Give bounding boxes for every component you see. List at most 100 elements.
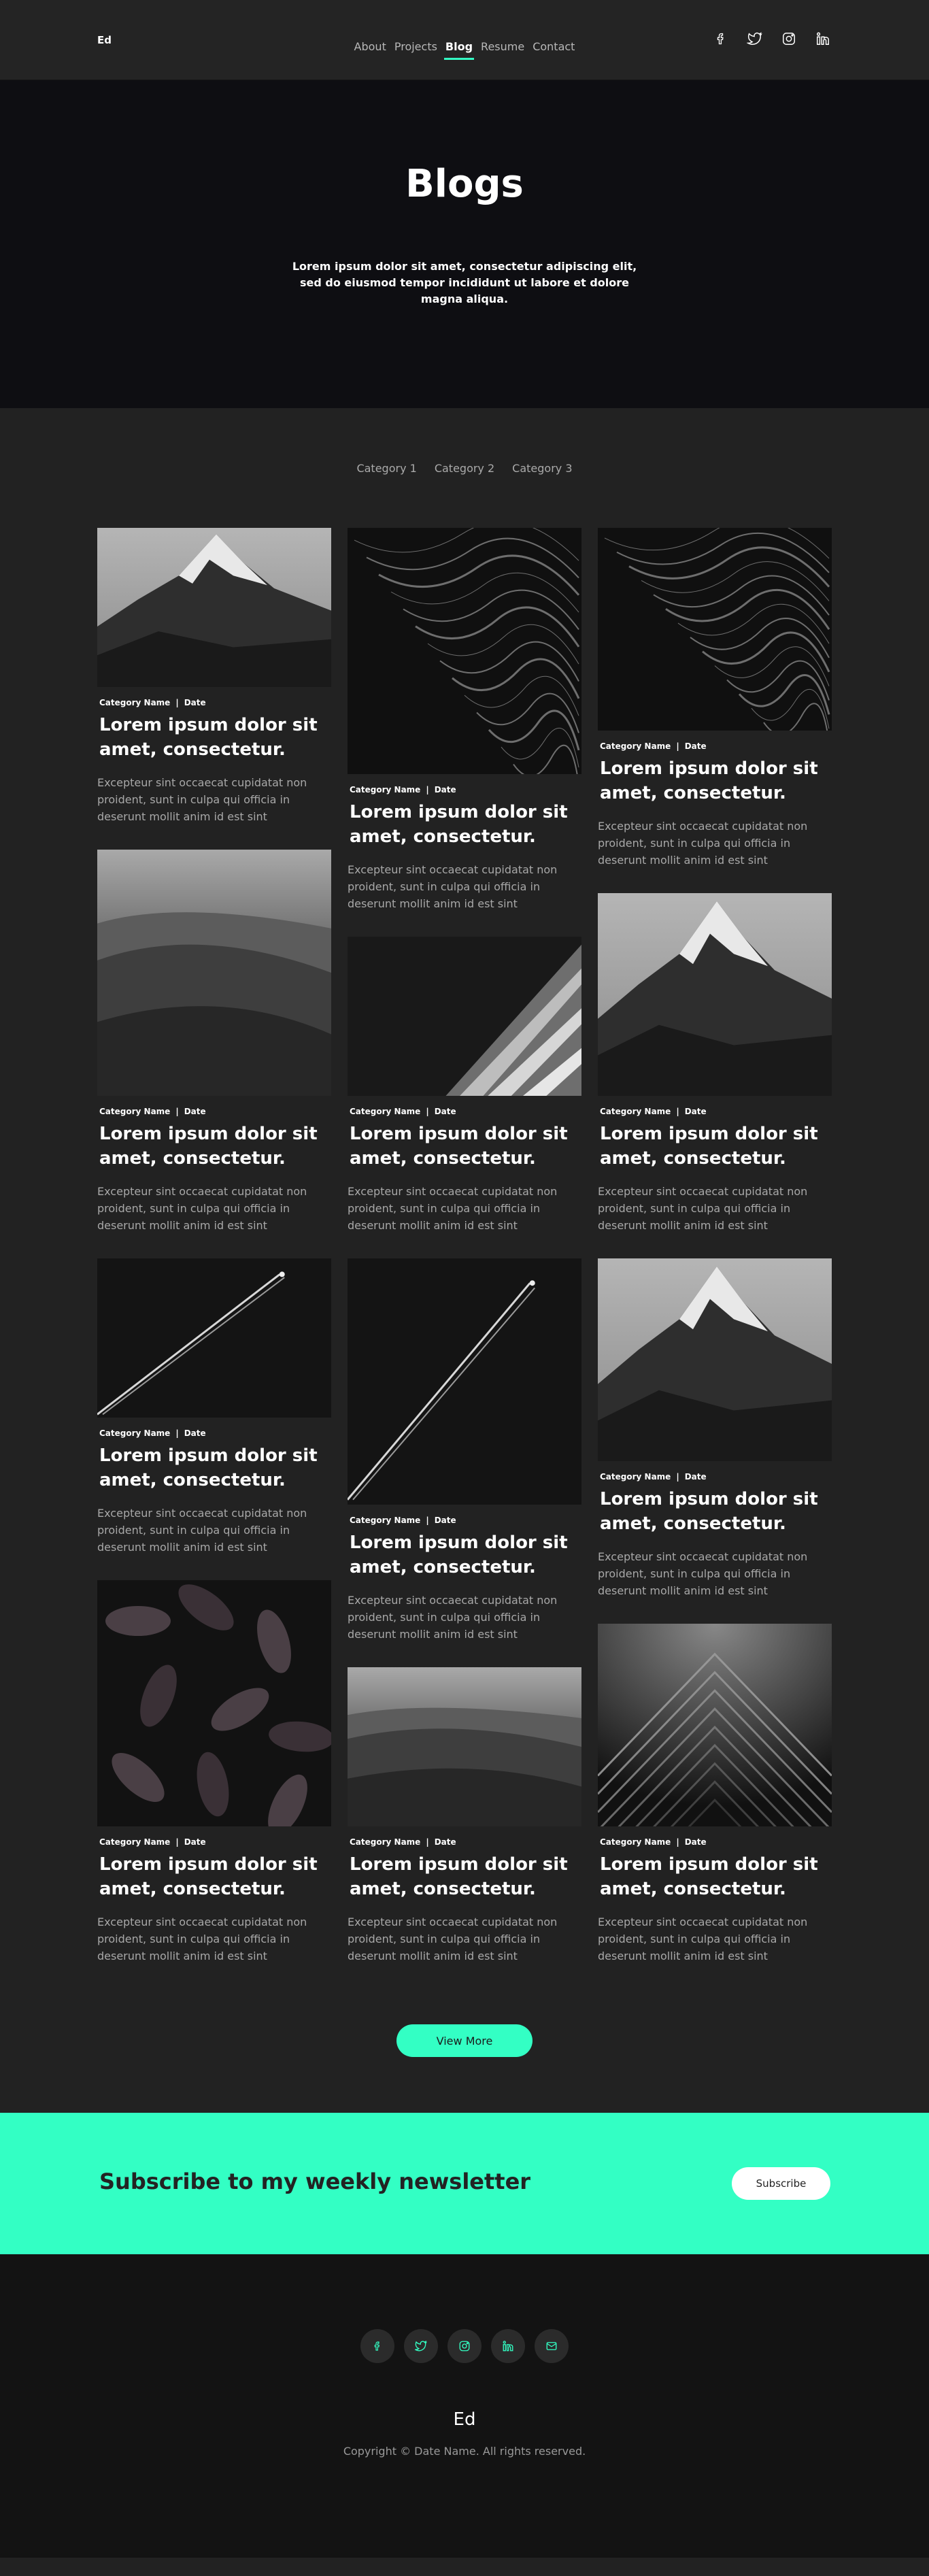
footer-logo[interactable]: Ed (0, 2409, 929, 2430)
blog-card-meta: Category Name | Date (598, 741, 832, 751)
blog-card-image[interactable] (97, 528, 331, 687)
blog-card-meta: Category Name | Date (598, 1472, 832, 1482)
blog-card[interactable]: Category Name | Date Lorem ipsum dolor sit… (598, 528, 832, 869)
blog-card-image[interactable] (598, 1258, 832, 1461)
blog-card-image[interactable] (598, 1624, 832, 1826)
blog-card-meta: Category Name | Date (97, 698, 331, 707)
blog-card-excerpt: Excepteur sint occaecat cupidatat non pr… (598, 1185, 808, 1232)
blog-card-title[interactable]: Lorem ipsum dolor sit amet, consectetur. (97, 713, 322, 762)
blog-card-title[interactable]: Lorem ipsum dolor sit amet, consectetur. (598, 756, 822, 805)
blog-card-category[interactable]: Category Name (350, 785, 420, 794)
blog-grid: Category Name | Date Lorem ipsum dolor sit… (97, 528, 832, 2024)
twitter-icon[interactable] (404, 2329, 438, 2363)
subscribe-button[interactable]: Subscribe (732, 2167, 830, 2200)
blog-card-image[interactable] (348, 528, 581, 774)
view-more-button[interactable]: View More (396, 2024, 533, 2057)
blog-card[interactable]: Category Name | Date Lorem ipsum dolor sit… (97, 528, 331, 825)
blog-card-image[interactable] (598, 528, 832, 731)
meta-separator: | (426, 1837, 429, 1847)
nav-item-resume[interactable]: Resume (477, 39, 528, 54)
blog-card[interactable]: Category Name | Date Lorem ipsum dolor sit… (348, 1667, 581, 1964)
mail-icon[interactable] (535, 2329, 569, 2363)
blog-card-date: Date (184, 1107, 206, 1116)
blog-card-excerpt: Excepteur sint occaecat cupidatat non pr… (97, 1507, 307, 1554)
blog-card-title[interactable]: Lorem ipsum dolor sit amet, consectetur. (348, 800, 572, 849)
category-link-2[interactable]: Category 2 (435, 462, 494, 475)
blog-card-category[interactable]: Category Name (99, 1107, 170, 1116)
blog-column-3: Category Name | Date Lorem ipsum dolor sit… (598, 528, 832, 1989)
blog-card-category[interactable]: Category Name (600, 741, 671, 751)
blog-card-date: Date (434, 785, 456, 794)
meta-separator: | (676, 741, 679, 751)
blog-card-title[interactable]: Lorem ipsum dolor sit amet, consectetur. (97, 1122, 322, 1171)
blog-card-category[interactable]: Category Name (350, 1837, 420, 1847)
blog-card-excerpt: Excepteur sint occaecat cupidatat non pr… (97, 1916, 307, 1962)
blog-card[interactable]: Category Name | Date Lorem ipsum dolor sit… (598, 1624, 832, 1964)
blog-card-image[interactable] (97, 1580, 331, 1826)
category-link-1[interactable]: Category 1 (356, 462, 416, 475)
blog-card-meta: Category Name | Date (97, 1837, 331, 1847)
nav-item-about[interactable]: About (350, 39, 390, 54)
blog-card-title[interactable]: Lorem ipsum dolor sit amet, consectetur. (598, 1487, 822, 1536)
blog-card-excerpt: Excepteur sint occaecat cupidatat non pr… (348, 863, 558, 910)
meta-separator: | (175, 1428, 179, 1438)
nav-item-contact[interactable]: Contact (528, 39, 579, 54)
blog-card-meta: Category Name | Date (598, 1837, 832, 1847)
blog-card-date: Date (434, 1516, 456, 1525)
linkedin-icon[interactable] (491, 2329, 525, 2363)
blog-card-category[interactable]: Category Name (350, 1107, 420, 1116)
blog-card-meta: Category Name | Date (97, 1107, 331, 1116)
blog-card-excerpt: Excepteur sint occaecat cupidatat non pr… (348, 1185, 558, 1232)
blog-card[interactable]: Category Name | Date Lorem ipsum dolor sit… (348, 1258, 581, 1643)
blog-card[interactable]: Category Name | Date Lorem ipsum dolor sit… (598, 1258, 832, 1599)
blog-card-meta: Category Name | Date (598, 1107, 832, 1116)
blog-card-category[interactable]: Category Name (99, 698, 170, 707)
facebook-icon[interactable] (712, 30, 730, 48)
instagram-icon[interactable] (447, 2329, 482, 2363)
blog-card[interactable]: Category Name | Date Lorem ipsum dolor sit… (348, 528, 581, 912)
blog-card-category[interactable]: Category Name (600, 1472, 671, 1482)
blog-card-category[interactable]: Category Name (99, 1837, 170, 1847)
nav-item-blog[interactable]: Blog (441, 39, 477, 60)
blog-column-1: Category Name | Date Lorem ipsum dolor sit… (97, 528, 331, 1989)
category-link-3[interactable]: Category 3 (512, 462, 572, 475)
blog-card[interactable]: Category Name | Date Lorem ipsum dolor sit… (97, 1580, 331, 1964)
hero-subtitle: Lorem ipsum dolor sit amet, consectetur … (292, 260, 637, 305)
blog-card-title[interactable]: Lorem ipsum dolor sit amet, consectetur. (97, 1443, 322, 1492)
linkedin-icon[interactable] (814, 30, 832, 48)
copyright-text: Copyright © Date Name. All rights reserv… (343, 2445, 586, 2458)
blog-card-meta: Category Name | Date (97, 1428, 331, 1438)
blog-card-title[interactable]: Lorem ipsum dolor sit amet, consectetur. (598, 1122, 822, 1171)
blog-card-excerpt: Excepteur sint occaecat cupidatat non pr… (598, 1916, 808, 1962)
blog-card-image[interactable] (97, 1258, 331, 1418)
meta-separator: | (676, 1472, 679, 1482)
top-nav: Ed About Projects Blog Resume Contact (0, 0, 929, 80)
footer: Ed Copyright © Date Name. All rights res… (0, 2254, 929, 2558)
instagram-icon[interactable] (780, 30, 798, 48)
blog-card-image[interactable] (348, 1667, 581, 1826)
blog-card-category[interactable]: Category Name (350, 1516, 420, 1525)
blog-card[interactable]: Category Name | Date Lorem ipsum dolor sit… (598, 893, 832, 1234)
blog-card-title[interactable]: Lorem ipsum dolor sit amet, consectetur. (97, 1852, 322, 1901)
blog-card-category[interactable]: Category Name (600, 1107, 671, 1116)
blog-card-image[interactable] (97, 850, 331, 1096)
blog-card[interactable]: Category Name | Date Lorem ipsum dolor sit… (97, 1258, 331, 1556)
blog-card-title[interactable]: Lorem ipsum dolor sit amet, consectetur. (598, 1852, 822, 1901)
blog-card[interactable]: Category Name | Date Lorem ipsum dolor sit… (97, 850, 331, 1234)
nav-item-projects[interactable]: Projects (390, 39, 441, 54)
facebook-icon[interactable] (360, 2329, 394, 2363)
twitter-icon[interactable] (746, 30, 764, 48)
blog-card-title[interactable]: Lorem ipsum dolor sit amet, consectetur. (348, 1530, 572, 1579)
meta-separator: | (426, 785, 429, 794)
blog-card-date: Date (684, 1837, 707, 1847)
blog-card-title[interactable]: Lorem ipsum dolor sit amet, consectetur. (348, 1852, 572, 1901)
blog-card[interactable]: Category Name | Date Lorem ipsum dolor sit… (348, 937, 581, 1234)
blog-card-image[interactable] (598, 893, 832, 1096)
blog-card-image[interactable] (348, 1258, 581, 1505)
blog-card-image[interactable] (348, 937, 581, 1096)
blog-card-category[interactable]: Category Name (600, 1837, 671, 1847)
blog-card-category[interactable]: Category Name (99, 1428, 170, 1438)
blog-card-date: Date (434, 1837, 456, 1847)
blog-card-title[interactable]: Lorem ipsum dolor sit amet, consectetur. (348, 1122, 572, 1171)
blog-card-date: Date (184, 698, 206, 707)
